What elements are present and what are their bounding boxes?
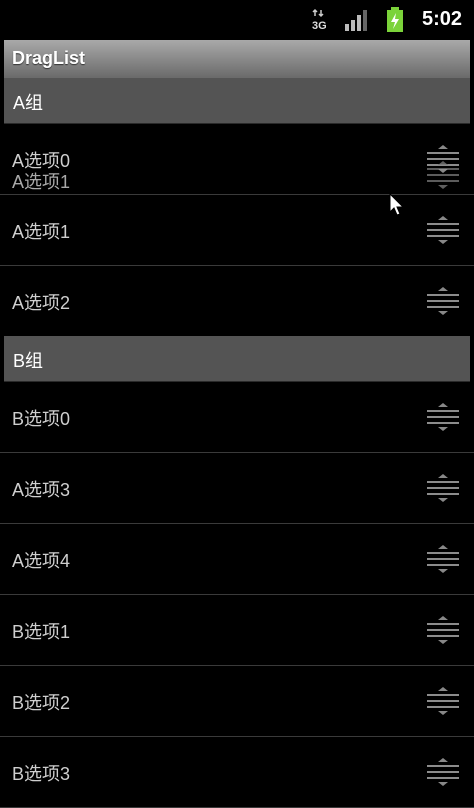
list-item-label: A选项3 bbox=[12, 480, 71, 500]
list-item-label: B选项0 bbox=[12, 409, 71, 429]
drag-handle-icon[interactable] bbox=[426, 213, 460, 247]
list-item-label: B选项3 bbox=[12, 764, 71, 784]
svg-text:3G: 3G bbox=[312, 20, 327, 32]
list-item[interactable]: A选项2 bbox=[0, 266, 474, 336]
dragged-item-label: A选项1 bbox=[12, 172, 71, 192]
mouse-pointer-icon bbox=[389, 193, 405, 216]
group-label: B组 bbox=[13, 351, 44, 371]
drag-handle-icon bbox=[427, 161, 459, 189]
title-bar: DragList bbox=[4, 40, 470, 78]
list-item-label: A选项2 bbox=[12, 293, 71, 313]
drag-handle-icon[interactable] bbox=[426, 284, 460, 318]
list-item[interactable]: B选项0 bbox=[0, 382, 474, 453]
status-bar: 3G 5:02 bbox=[0, 0, 474, 40]
list-item[interactable]: B选项2 bbox=[0, 666, 474, 737]
drag-handle-icon[interactable] bbox=[426, 613, 460, 647]
list-item-label: B选项2 bbox=[12, 693, 71, 713]
list-item[interactable]: A选项3 bbox=[0, 453, 474, 524]
list-item-label: B选项1 bbox=[12, 622, 71, 642]
battery-charging-icon bbox=[387, 7, 403, 32]
list-item[interactable]: A选项4 bbox=[0, 524, 474, 595]
list-item[interactable]: B选项1 bbox=[0, 595, 474, 666]
group-label: A组 bbox=[13, 93, 44, 113]
app-title: DragList bbox=[12, 48, 86, 68]
list-item[interactable]: B选项3 bbox=[0, 737, 474, 808]
list-item-label: A选项4 bbox=[12, 551, 71, 571]
drag-handle-icon[interactable] bbox=[426, 400, 460, 434]
drag-handle-icon[interactable] bbox=[426, 471, 460, 505]
signal-strength-icon bbox=[345, 10, 367, 31]
drag-handle-icon[interactable] bbox=[426, 542, 460, 576]
list-item[interactable]: A选项0 bbox=[0, 124, 474, 195]
group-header-a: A组 bbox=[4, 78, 470, 124]
3g-data-icon: 3G bbox=[312, 8, 327, 32]
drag-list[interactable]: A组 A选项0 A选项1 A选项2 B组 B选项0 A选项3 A选项4 B选项1… bbox=[0, 78, 474, 808]
status-time: 5:02 bbox=[421, 8, 462, 30]
group-header-b: B组 bbox=[4, 336, 470, 382]
list-item-label: A选项1 bbox=[12, 222, 71, 242]
drag-handle-icon[interactable] bbox=[426, 684, 460, 718]
